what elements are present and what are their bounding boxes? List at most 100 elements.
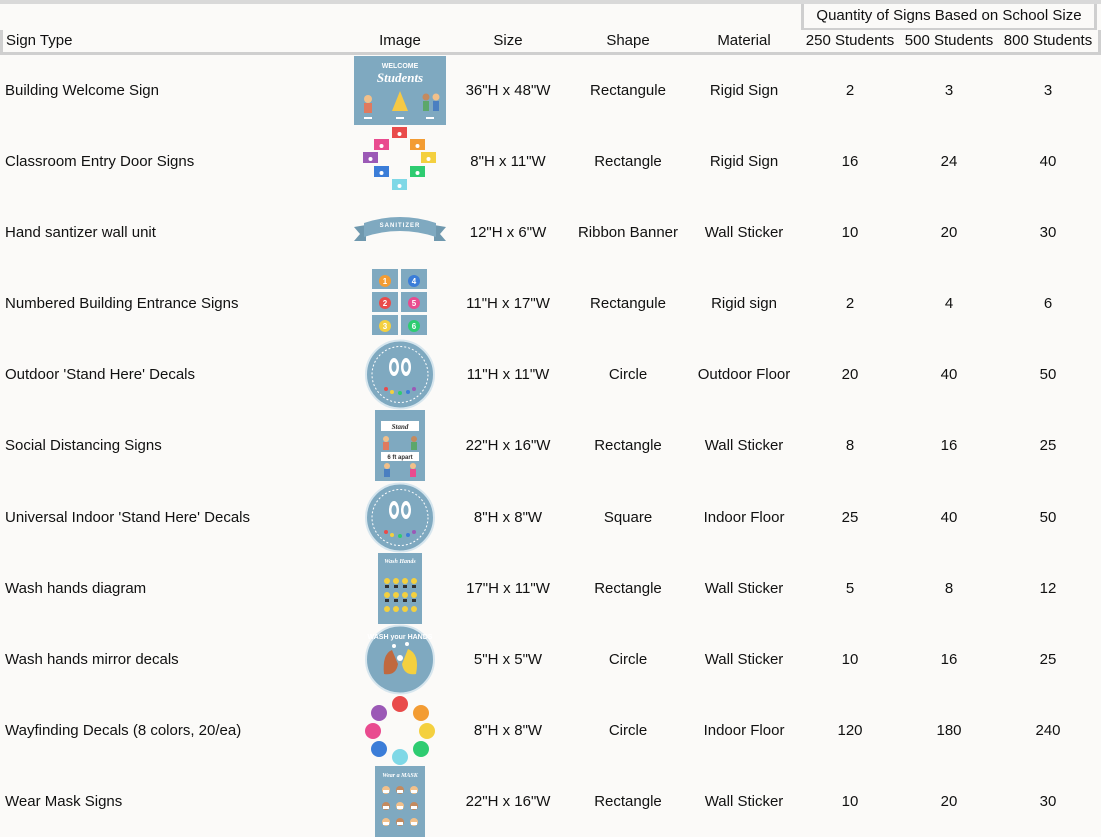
svg-text:5: 5 [412,299,417,308]
material-cell: Outdoor Floor [697,366,791,383]
shape-cell: Rectangule [590,295,666,312]
image-cell [354,482,446,553]
svg-text:6: 6 [412,322,417,331]
table-row: Wash hands diagram Wash Hands 17"H x 11"… [0,553,1101,624]
size-cell: 8"H x 11"W [470,153,546,170]
sign-type-cell: Numbered Building Entrance Signs [5,295,239,312]
quantity-group-title: Quantity of Signs Based on School Size [801,4,1097,28]
shape-cell: Rectangle [594,437,662,454]
material-cell: Rigid Sign [709,82,779,99]
qty-500-cell: 40 [940,366,958,383]
header-250-students: 250 Students [805,32,895,49]
qty-250-cell: 8 [845,437,855,454]
sign-type-cell: Hand santizer wall unit [5,224,156,241]
qty-500-cell: 16 [940,651,958,668]
qty-800-cell: 50 [1039,509,1057,526]
image-cell: Wash Hands [354,553,446,624]
size-cell: 12"H x 6"W [469,224,547,241]
material-cell: Rigid sign [711,295,777,312]
header-image: Image [379,32,421,49]
image-cell: 1 4 2 5 3 6 [354,268,446,339]
sign-type-cell: Social Distancing Signs [5,437,162,454]
qty-250-cell: 120 [837,722,863,739]
shape-cell: Rectangle [594,580,662,597]
qty-250-cell: 20 [841,366,859,383]
qty-250-cell: 10 [841,651,859,668]
image-cell: WASH your HANDS [354,624,446,695]
qty-500-cell: 180 [936,722,962,739]
qty-250-cell: 10 [841,793,859,810]
shape-cell: Circle [608,651,648,668]
svg-text:3: 3 [383,322,388,331]
qty-500-cell: 16 [940,437,958,454]
table-row: Wear Mask Signs Wear a MASK 22"H x 16"W … [0,766,1101,837]
welcome-students-sign-icon: WELCOME Students [354,55,446,126]
qty-800-cell: 40 [1039,153,1057,170]
qty-500-cell: 24 [940,153,958,170]
table-row: Classroom Entry Door Signs 8"H x 11"W Re… [0,126,1101,197]
welcome-art-text: Students [377,70,423,85]
material-cell: Wall Sticker [704,793,784,810]
sign-type-cell: Building Welcome Sign [5,82,159,99]
qty-800-cell: 25 [1039,651,1057,668]
header-left-border [0,30,3,52]
qty-800-cell: 6 [1043,295,1053,312]
colored-door-signs-icon [354,126,446,197]
image-cell [354,695,446,766]
wear-mask-sign-icon: Wear a MASK [354,766,446,837]
header-size: Size [493,32,523,49]
header-sign-type: Sign Type [6,32,73,49]
svg-text:2: 2 [383,299,388,308]
image-cell: SANITIZER [354,197,446,268]
sign-type-cell: Wash hands diagram [5,580,147,597]
qty-800-cell: 240 [1035,722,1061,739]
svg-text:4: 4 [412,277,417,286]
size-cell: 11"H x 11"W [466,366,550,383]
qty-500-cell: 3 [944,82,954,99]
image-cell [354,339,446,410]
shape-cell: Circle [608,366,648,383]
qty-500-cell: 20 [940,224,958,241]
header-500-students: 500 Students [904,32,994,49]
table-row: Outdoor 'Stand Here' Decals 11"H x 11"W … [0,339,1101,410]
image-cell: WELCOME Students [354,55,446,126]
qty-500-cell: 20 [940,793,958,810]
size-cell: 22"H x 16"W [465,437,551,454]
qty-800-cell: 3 [1043,82,1053,99]
qty-800-cell: 30 [1039,224,1057,241]
qty-250-cell: 25 [841,509,859,526]
footprints-decal-icon [354,482,446,553]
social-distancing-sign-icon: Stand 6 ft apart [354,410,446,481]
sign-type-cell: Wear Mask Signs [5,793,123,810]
qty-800-cell: 30 [1039,793,1057,810]
image-cell [354,126,446,197]
size-cell: 8"H x 8"W [473,722,543,739]
size-cell: 8"H x 8"W [473,509,543,526]
shape-cell: Rectangule [590,82,666,99]
numbered-signs-icon: 1 4 2 5 3 6 [354,268,446,339]
wear-art-text: Wear a MASK [382,773,419,779]
sign-type-cell: Outdoor 'Stand Here' Decals [5,366,195,383]
sign-type-cell: Universal Indoor 'Stand Here' Decals [5,509,251,526]
qty-800-cell: 25 [1039,437,1057,454]
size-cell: 17"H x 11"W [466,580,550,597]
wash-hands-decal-icon: WASH your HANDS [354,624,446,695]
material-cell: Wall Sticker [704,224,784,241]
shape-cell: Rectangle [594,793,662,810]
material-cell: Indoor Floor [703,509,785,526]
qty-800-cell: 12 [1039,580,1057,597]
header-shape: Shape [606,32,650,49]
qty-500-cell: 8 [944,580,954,597]
svg-text:SANITIZER: SANITIZER [380,223,421,229]
table-row: Universal Indoor 'Stand Here' Decals 8"H… [0,482,1101,553]
qty-500-cell: 40 [940,509,958,526]
table-row: Building Welcome Sign WELCOME Students 3… [0,55,1101,126]
qty-250-cell: 10 [841,224,859,241]
material-cell: Wall Sticker [704,651,784,668]
apart-art-text: 6 ft apart [387,455,412,461]
stand-art-text: Stand [392,423,409,431]
wash-art-text: Wash Hands [384,559,416,565]
table-row: Wayfinding Decals (8 colors, 20/ea) 8"H … [0,695,1101,766]
image-cell: Stand 6 ft apart [354,410,446,481]
ribbon-banner-icon: SANITIZER [354,197,446,268]
